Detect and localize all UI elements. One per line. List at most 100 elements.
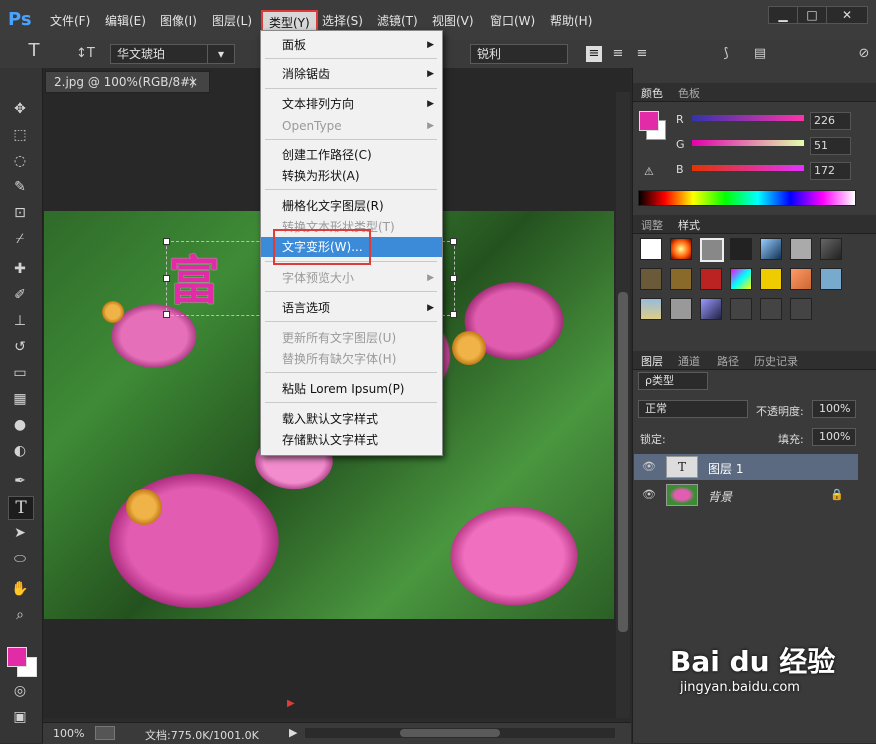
quick-mask-icon[interactable]: ◎ <box>8 680 32 702</box>
zoom-tool-icon[interactable]: ⌕ <box>8 604 32 626</box>
menu-help[interactable]: 帮助(H) <box>550 12 592 29</box>
color-fg-swatch[interactable] <box>639 111 659 131</box>
menu-item-language-options[interactable]: 语言选项 ▶ <box>261 298 442 318</box>
menu-item-panels[interactable]: 面板 ▶ <box>261 35 442 55</box>
dodge-tool-icon[interactable]: ◐ <box>8 440 32 462</box>
menu-item-paste-lorem-ipsum[interactable]: 粘贴 Lorem Ipsum(P) <box>261 379 442 399</box>
blur-tool-icon[interactable]: ● <box>8 414 32 436</box>
menu-filter[interactable]: 滤镜(T) <box>377 12 418 29</box>
transform-handle[interactable] <box>450 238 457 245</box>
healing-brush-icon[interactable]: ✚ <box>8 258 32 280</box>
menu-item-text-orientation[interactable]: 文本排列方向 ▶ <box>261 94 442 114</box>
menu-image[interactable]: 图像(I) <box>160 12 197 29</box>
ellipse-tool-icon[interactable]: ⬭ <box>8 548 32 570</box>
tab-color[interactable]: 颜色 <box>637 83 667 104</box>
quick-select-icon[interactable]: ✎ <box>8 176 32 198</box>
status-menu-arrow-icon[interactable]: ▶ <box>289 726 297 739</box>
warning-icon[interactable]: ⚠ <box>644 165 654 178</box>
layer-filter-select[interactable]: ρ类型 <box>638 372 708 390</box>
layer-name[interactable]: 图层 1 <box>708 460 743 477</box>
visibility-eye-icon[interactable]: 👁 <box>642 460 656 473</box>
text-orientation-icon[interactable]: ↕T <box>76 46 95 62</box>
move-tool-icon[interactable]: ✥ <box>8 98 32 120</box>
tab-history[interactable]: 历史记录 <box>754 353 798 369</box>
g-value-field[interactable]: 51 <box>810 137 851 155</box>
screen-mode-icon[interactable]: ▣ <box>8 706 32 728</box>
character-panel-icon[interactable]: ▤ <box>752 46 768 62</box>
type-tool-icon[interactable]: T <box>8 496 34 520</box>
style-swatch[interactable] <box>790 298 812 320</box>
gradient-tool-icon[interactable]: ▦ <box>8 388 32 410</box>
menu-item-save-default-styles[interactable]: 存储默认文字样式 <box>261 430 442 450</box>
style-swatch[interactable] <box>700 268 722 290</box>
crop-tool-icon[interactable]: ⊡ <box>8 202 32 224</box>
align-right-icon[interactable]: ≡ <box>634 46 650 62</box>
close-tab-icon[interactable]: × <box>188 72 198 92</box>
warp-text-icon[interactable]: ⟆ <box>718 46 734 62</box>
layer-row[interactable]: 👁 T 图层 1 <box>634 454 858 480</box>
marquee-tool-icon[interactable]: ⬚ <box>8 124 32 146</box>
history-brush-icon[interactable]: ↺ <box>8 336 32 358</box>
fill-field[interactable]: 100% <box>812 428 856 446</box>
blend-mode-select[interactable]: 正常 <box>638 400 748 418</box>
menu-edit[interactable]: 编辑(E) <box>105 12 146 29</box>
b-slider[interactable] <box>692 165 804 171</box>
tab-styles[interactable]: 样式 <box>674 215 704 236</box>
layer-name[interactable]: 背景 <box>708 488 732 505</box>
eraser-tool-icon[interactable]: ▭ <box>8 362 32 384</box>
style-swatch[interactable] <box>820 268 842 290</box>
g-slider[interactable] <box>692 140 804 146</box>
style-swatch[interactable] <box>790 268 812 290</box>
stamp-tool-icon[interactable]: ⊥ <box>8 310 32 332</box>
layer-row[interactable]: 👁 背景 🔒 <box>634 482 858 508</box>
b-value-field[interactable]: 172 <box>810 162 851 180</box>
visibility-eye-icon[interactable]: 👁 <box>642 488 656 501</box>
minimize-button[interactable]: ▁ <box>768 6 798 24</box>
tab-channels[interactable]: 通道 <box>678 353 700 369</box>
brush-tool-icon[interactable]: ✐ <box>8 284 32 306</box>
cancel-icon[interactable]: ⊘ <box>856 46 872 62</box>
style-swatch[interactable] <box>730 268 752 290</box>
menu-item-rasterize-type[interactable]: 栅格化文字图层(R) <box>261 196 442 216</box>
transform-handle[interactable] <box>450 311 457 318</box>
transform-handle[interactable] <box>163 238 170 245</box>
tab-layers[interactable]: 图层 <box>637 351 667 372</box>
scroll-thumb[interactable] <box>400 729 500 737</box>
tab-swatches[interactable]: 色板 <box>678 85 700 101</box>
style-swatch[interactable] <box>760 238 782 260</box>
style-swatch[interactable] <box>640 268 662 290</box>
restore-button[interactable]: □ <box>797 6 827 24</box>
style-swatch[interactable] <box>670 268 692 290</box>
menu-select[interactable]: 选择(S) <box>322 12 363 29</box>
foreground-color-swatch[interactable] <box>7 647 27 667</box>
type-tool-icon[interactable]: T <box>26 42 42 60</box>
style-swatch[interactable] <box>700 238 724 262</box>
transform-handle[interactable] <box>163 275 170 282</box>
menu-view[interactable]: 视图(V) <box>432 12 474 29</box>
style-swatch[interactable] <box>670 298 692 320</box>
menu-window[interactable]: 窗口(W) <box>490 12 535 29</box>
antialias-select[interactable]: 锐利 <box>470 44 568 64</box>
lasso-tool-icon[interactable]: ◌ <box>8 150 32 172</box>
horizontal-scrollbar[interactable] <box>305 728 615 738</box>
align-center-icon[interactable]: ≡ <box>610 46 626 62</box>
font-style-select[interactable]: ▾ <box>207 44 235 64</box>
menu-item-antialias[interactable]: 消除锯齿 ▶ <box>261 64 442 84</box>
pen-tool-icon[interactable]: ✒ <box>8 470 32 492</box>
opacity-field[interactable]: 100% <box>812 400 856 418</box>
style-swatch[interactable] <box>760 268 782 290</box>
style-swatch[interactable] <box>640 298 662 320</box>
tab-paths[interactable]: 路径 <box>717 353 739 369</box>
menu-item-load-default-styles[interactable]: 载入默认文字样式 <box>261 409 442 429</box>
color-spectrum[interactable] <box>638 190 856 206</box>
style-swatch[interactable] <box>730 298 752 320</box>
menu-file[interactable]: 文件(F) <box>50 12 90 29</box>
align-left-icon[interactable]: ≡ <box>586 46 602 62</box>
r-slider[interactable] <box>692 115 804 121</box>
transform-handle[interactable] <box>450 275 457 282</box>
close-button[interactable]: ✕ <box>826 6 868 24</box>
scroll-thumb[interactable] <box>618 292 628 632</box>
document-tab[interactable]: 2.jpg @ 100%(RGB/8#) × <box>45 71 210 93</box>
menu-item-create-work-path[interactable]: 创建工作路径(C) <box>261 145 442 165</box>
tab-adjustments[interactable]: 调整 <box>641 217 663 233</box>
